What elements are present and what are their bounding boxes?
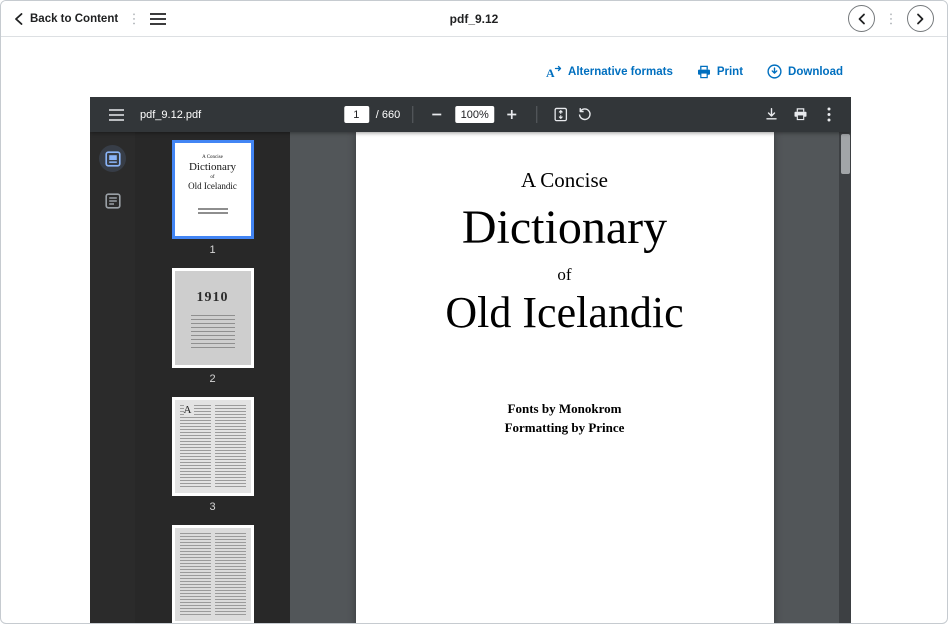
pdf-toolbar-right [759,103,843,127]
sidebar-icon-strip [90,132,135,624]
rotate-icon [578,107,593,122]
page-credit-1: Fonts by Monokrom [508,401,622,417]
zoom-in-button[interactable] [500,103,524,127]
print-link[interactable]: Print [697,65,743,79]
dotted-divider [890,12,892,26]
pdf-page-viewport[interactable]: A Concise Dictionary of Old Icelandic Fo… [290,132,839,624]
chevron-left-icon [14,13,23,25]
document-actions-row: A Alternative formats Print [1,64,843,79]
svg-text:A: A [546,66,555,79]
thumbnail-page-1-label: 1 [209,244,215,256]
text-column-placeholder [180,405,211,488]
page-small-title: A Concise [521,168,608,193]
thumbnail-page-2-preview: 1910 [175,271,251,364]
alternative-formats-icon: A [546,65,562,79]
thumbnail-page-3-label: 3 [209,501,215,513]
zoom-level-input[interactable] [455,106,494,123]
text-column-placeholder [215,405,246,488]
pdf-viewer: pdf_9.12.pdf / 660 [90,97,851,624]
thumbnail-page-2[interactable]: 1910 [172,268,254,367]
text-column-placeholder [215,533,246,616]
pdf-print-button[interactable] [788,103,812,127]
download-link[interactable]: Download [767,64,843,79]
download-icon [767,64,782,79]
page-of: of [557,265,571,285]
download-icon [764,107,779,122]
kebab-menu-icon [827,107,831,122]
next-item-button[interactable] [907,5,934,32]
hamburger-icon [109,109,124,121]
menu-button[interactable] [150,13,166,25]
thumb1-big-title: Dictionary [189,161,236,173]
top-bar: Back to Content pdf_9.12 [1,1,947,37]
pdf-page-1: A Concise Dictionary of Old Icelandic Fo… [356,132,774,624]
pdf-body: A Concise Dictionary of Old Icelandic 1 … [90,132,851,624]
pdf-toolbar-center: / 660 [344,103,597,127]
fit-to-page-button[interactable] [549,103,573,127]
thumbnail-page-1[interactable]: A Concise Dictionary of Old Icelandic [172,140,254,239]
document-outline-icon [105,193,121,209]
thumb1-credit-lines [198,208,228,214]
page-total-label: / 660 [376,109,400,121]
thumbnails-panel: A Concise Dictionary of Old Icelandic 1 … [135,132,290,624]
back-to-content-button[interactable]: Back to Content [14,13,118,25]
thumb1-subtitle: Old Icelandic [188,181,237,191]
text-line-placeholder [198,212,228,214]
thumb1-small-title: A Concise [202,155,223,160]
pdf-scrollbar[interactable] [839,132,851,624]
zoom-out-icon [432,109,443,120]
print-icon [697,65,711,79]
sidebar-toggle-button[interactable] [104,103,128,127]
thumb3-section-letter: A [184,404,195,417]
page-number-input[interactable] [344,106,369,123]
pdf-toolbar-left: pdf_9.12.pdf [98,103,201,127]
document-outline-button[interactable] [99,187,126,214]
thumbnail-page-3[interactable]: A [172,397,254,496]
alternative-formats-label: Alternative formats [568,66,673,78]
toolbar-separator [412,106,413,123]
thumbnail-page-2-label: 2 [209,373,215,385]
zoom-out-button[interactable] [425,103,449,127]
text-column-placeholder [180,533,211,616]
thumbnail-page-4-preview [175,528,251,621]
thumbnails-view-button[interactable] [99,145,126,172]
zoom-in-icon [507,109,518,120]
pdf-filename: pdf_9.12.pdf [140,109,201,121]
print-label: Print [717,66,743,78]
page-big-title: Dictionary [462,202,667,255]
thumbnail-page-3-preview: A [175,400,251,493]
thumbnails-view-icon [105,151,121,167]
thumbnail-page-4[interactable] [172,525,254,624]
download-label: Download [788,66,843,78]
text-line-placeholder [198,208,228,210]
alternative-formats-link[interactable]: A Alternative formats [546,65,673,79]
pdf-download-button[interactable] [759,103,783,127]
page-credit-2: Formatting by Prince [505,420,625,436]
dotted-divider [133,12,135,26]
previous-item-button[interactable] [848,5,875,32]
app-window: Back to Content pdf_9.12 [0,0,948,624]
thumb1-of: of [210,175,214,180]
pdf-scrollbar-thumb[interactable] [841,134,850,174]
hamburger-icon [150,13,166,25]
toolbar-separator [536,106,537,123]
chevron-left-icon [857,13,866,25]
more-options-button[interactable] [817,103,841,127]
document-title: pdf_9.12 [450,12,499,26]
back-to-content-label: Back to Content [30,13,118,25]
thumbnail-page-1-preview: A Concise Dictionary of Old Icelandic [175,143,251,236]
page-subtitle: Old Icelandic [445,289,683,337]
rotate-button[interactable] [573,103,597,127]
text-lines-placeholder [191,315,235,351]
thumb2-year: 1910 [197,290,229,306]
top-bar-right [848,5,934,32]
top-bar-left: Back to Content [14,12,166,26]
chevron-right-icon [916,13,925,25]
fit-to-page-icon [554,107,569,122]
print-icon [793,107,808,122]
pdf-toolbar: pdf_9.12.pdf / 660 [90,97,851,132]
